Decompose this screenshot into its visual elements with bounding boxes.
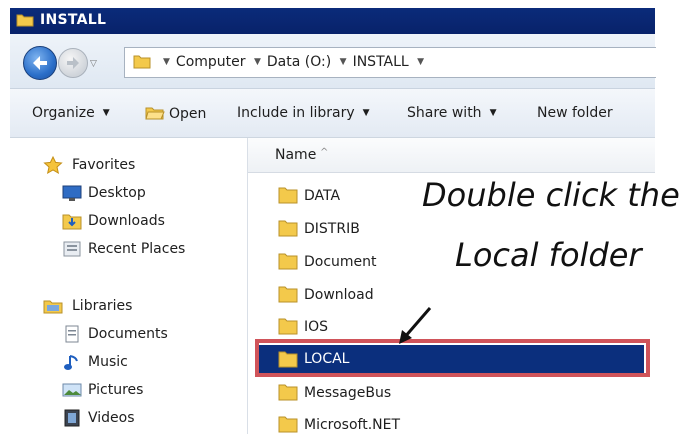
highlight-box — [255, 339, 650, 377]
open-button[interactable]: Open — [145, 105, 206, 122]
libraries-icon — [43, 300, 63, 314]
nav-item-label: Music — [88, 354, 128, 370]
address-field[interactable]: ▼ Computer ▼ Data (O:) ▼ INSTALL ▼ — [124, 47, 656, 78]
folder-name: DATA — [304, 188, 341, 204]
breadcrumb: ▼ Computer ▼ Data (O:) ▼ INSTALL ▼ — [159, 54, 430, 70]
column-header-name[interactable]: Name ^ — [248, 138, 655, 173]
breadcrumb-separator-icon[interactable]: ▼ — [163, 57, 170, 67]
pictures-icon — [62, 383, 82, 397]
breadcrumb-data-drive[interactable]: Data (O:) — [267, 54, 331, 70]
folder-icon — [278, 384, 298, 401]
breadcrumb-computer[interactable]: Computer — [176, 54, 246, 70]
include-in-library-label: Include in library — [237, 105, 355, 121]
folder-row-microsoft-net[interactable]: Microsoft.NET — [278, 414, 658, 436]
folder-row-messagebus[interactable]: MessageBus — [278, 382, 658, 404]
annotation-arrow-icon — [399, 307, 432, 344]
breadcrumb-separator-icon[interactable]: ▼ — [254, 57, 261, 67]
nav-item-label: Pictures — [88, 382, 144, 398]
nav-libraries-label: Libraries — [72, 298, 133, 314]
forward-button[interactable] — [58, 48, 88, 78]
nav-item-label: Videos — [88, 410, 135, 426]
column-header-label: Name — [275, 147, 317, 163]
nav-item-label: Downloads — [88, 213, 165, 229]
sort-ascending-icon: ^ — [320, 147, 329, 158]
share-with-label: Share with — [407, 105, 482, 121]
breadcrumb-install[interactable]: INSTALL — [353, 54, 409, 70]
nav-item-label: Recent Places — [88, 241, 186, 257]
folder-icon — [278, 220, 298, 237]
annotation-line-2: Local folder — [455, 236, 642, 274]
annotation-line-1: Double click the — [418, 176, 684, 214]
star-icon — [43, 156, 63, 174]
folder-icon — [278, 253, 298, 270]
organize-button[interactable]: Organize ▼ — [32, 105, 110, 121]
navigation-pane: Favorites Desktop Downloads Recent Place… — [10, 138, 248, 434]
nav-item-label: Documents — [88, 326, 168, 342]
organize-label: Organize — [32, 105, 95, 121]
folder-icon — [278, 416, 298, 433]
music-note-icon — [64, 355, 78, 370]
folder-name: Download — [304, 287, 374, 303]
breadcrumb-separator-icon[interactable]: ▼ — [340, 57, 347, 67]
documents-icon — [65, 325, 79, 343]
folder-icon — [16, 14, 34, 27]
share-with-button[interactable]: Share with ▼ — [407, 105, 496, 121]
nav-item-label: Desktop — [88, 185, 146, 201]
folder-name: Microsoft.NET — [304, 417, 401, 433]
folder-icon — [133, 55, 151, 69]
new-folder-button[interactable]: New folder — [537, 105, 613, 121]
chevron-down-icon: ▼ — [362, 108, 370, 118]
folder-name: MessageBus — [304, 385, 392, 401]
open-label: Open — [169, 106, 207, 122]
back-arrow-icon — [33, 56, 47, 70]
videos-icon — [64, 409, 80, 427]
folder-icon — [278, 187, 298, 204]
folder-icon — [278, 318, 298, 335]
downloads-icon — [62, 214, 82, 230]
folder-icon — [278, 286, 298, 303]
desktop-icon — [62, 185, 82, 201]
folder-row-ios[interactable]: IOS — [278, 316, 658, 338]
recent-pages-dropdown-icon[interactable]: ▽ — [90, 59, 97, 69]
recent-places-icon — [63, 241, 81, 257]
folder-name: DISTRIB — [304, 221, 360, 237]
window-title-bar[interactable]: INSTALL — [10, 8, 655, 34]
breadcrumb-dropdown-icon[interactable]: ▼ — [417, 57, 424, 67]
folder-row-download[interactable]: Download — [278, 284, 658, 306]
back-button[interactable] — [23, 46, 57, 80]
folder-name: Document — [304, 254, 377, 270]
forward-arrow-icon — [67, 57, 79, 69]
open-folder-icon — [145, 107, 165, 120]
window-title: INSTALL — [40, 12, 107, 28]
nav-favorites-label: Favorites — [72, 157, 136, 173]
folder-name: IOS — [304, 319, 329, 335]
chevron-down-icon: ▼ — [489, 108, 497, 118]
command-bar: Organize ▼ Open Include in library ▼ Share… — [10, 89, 655, 138]
include-in-library-button[interactable]: Include in library ▼ — [237, 105, 370, 121]
chevron-down-icon: ▼ — [102, 108, 110, 118]
navigation-bar: ▽ ▼ Computer ▼ Data (O:) ▼ INSTALL ▼ — [10, 34, 656, 89]
